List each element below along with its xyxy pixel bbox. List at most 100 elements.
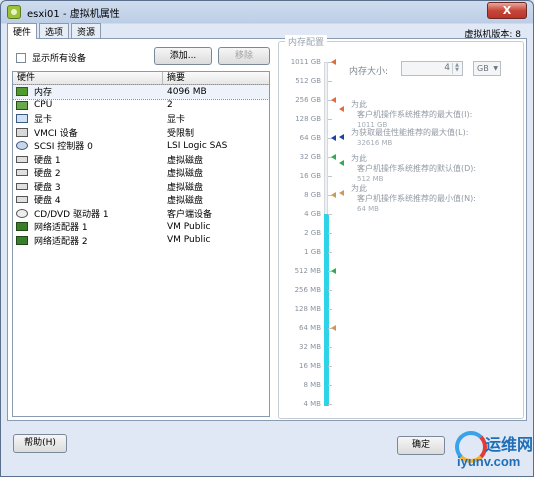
show-all-devices-row[interactable]: 显示所有设备 — [16, 51, 86, 64]
memory-size-input[interactable]: 4 ▲ ▼ — [401, 61, 463, 76]
memory-recommendation-note: 为此 客户机操作系统推荐的默认值(D): 512 MB — [339, 154, 477, 184]
memory-scale-label: 128 MB — [294, 305, 321, 313]
chevron-down-icon: ▼ — [493, 65, 498, 72]
marker-arrow-icon — [339, 160, 344, 166]
memory-scale-tick — [328, 252, 332, 253]
table-row[interactable]: 硬盘 3 虚拟磁盘 — [13, 180, 269, 194]
hardware-name: VMCI 设备 — [34, 128, 78, 139]
memory-slider-fill[interactable] — [324, 214, 329, 406]
marker-arrow-icon — [339, 134, 344, 140]
close-button[interactable]: X — [487, 2, 527, 19]
hardware-summary: 虚拟磁盘 — [167, 169, 204, 180]
hardware-name: 显卡 — [34, 115, 53, 126]
memory-scale-tick — [328, 347, 332, 348]
memory-scale-tick — [328, 214, 332, 215]
hardware-summary: 显卡 — [167, 115, 186, 126]
watermark-title: 运维网 — [485, 437, 534, 454]
memory-scale-label: 1 GB — [304, 248, 321, 256]
show-all-devices-checkbox[interactable] — [16, 52, 26, 63]
memory-scale-label: 64 GB — [299, 134, 321, 142]
memory-recommendation-marker — [331, 192, 336, 198]
memory-scale-label: 256 MB — [294, 286, 321, 294]
memory-scale-tick — [328, 366, 332, 367]
table-row[interactable]: 硬盘 2 虚拟磁盘 — [13, 166, 269, 180]
scsi-icon — [16, 141, 28, 151]
column-header-summary[interactable]: 摘要 — [163, 72, 185, 84]
column-header-hardware[interactable]: 硬件 — [13, 72, 163, 84]
hardware-summary: 客户端设备 — [167, 209, 213, 220]
memory-scale-tick — [328, 309, 332, 310]
table-row[interactable]: 显卡 显卡 — [13, 112, 269, 126]
hardware-name: 网络适配器 1 — [34, 223, 88, 234]
hardware-panel: 显示所有设备 添加... 移除 硬件 摘要 内存 4096 MB CPU 2 显卡 显卡 V… — [7, 35, 527, 421]
memory-recommendation-marker — [331, 268, 336, 274]
note-value: 512 MB — [357, 175, 384, 183]
memory-scale-tick — [328, 404, 332, 405]
table-row[interactable]: 网络适配器 1 VM Public — [13, 220, 269, 234]
memory-scale-tick — [328, 119, 332, 120]
help-button[interactable]: 帮助(H) — [13, 434, 67, 453]
table-row[interactable]: SCSI 控制器 0 LSI Logic SAS — [13, 139, 269, 153]
table-row[interactable]: VMCI 设备 受限制 — [13, 126, 269, 140]
tab-options[interactable]: 选项 — [39, 23, 70, 38]
hardware-name: CPU — [34, 100, 53, 111]
table-row[interactable]: 网络适配器 2 VM Public — [13, 234, 269, 248]
tab-bar: 硬件 选项 资源 — [7, 23, 527, 39]
memory-scale-label: 128 GB — [295, 115, 321, 123]
watermark-url: iyunv.com — [457, 454, 521, 469]
memory-scale-label: 512 GB — [295, 77, 321, 85]
note-line2: 客户机操作系统推荐的默认值(D): — [357, 164, 477, 173]
marker-arrow-icon — [339, 190, 344, 196]
note-line1: 为此 — [351, 100, 367, 109]
memory-recommendation-marker — [331, 325, 336, 331]
table-row[interactable]: 硬盘 1 虚拟磁盘 — [13, 153, 269, 167]
memory-scale-tick — [328, 176, 332, 177]
hardware-summary: 虚拟磁盘 — [167, 196, 204, 207]
memory-scale-label: 32 MB — [299, 343, 321, 351]
add-button[interactable]: 添加... — [154, 47, 212, 65]
note-line1: 为此 — [351, 154, 367, 163]
note-line1: 为获取最佳性能推荐的最大值(L): — [351, 128, 469, 137]
note-value: 64 MB — [357, 205, 379, 213]
hardware-name: 网络适配器 2 — [34, 236, 88, 247]
vmci-icon — [16, 127, 28, 137]
table-row[interactable]: CD/DVD 驱动器 1 客户端设备 — [13, 207, 269, 221]
tab-hardware[interactable]: 硬件 — [7, 23, 38, 39]
cpu-icon — [16, 100, 28, 110]
memory-scale-label: 4 GB — [304, 210, 321, 218]
table-header: 硬件 摘要 — [13, 72, 269, 85]
memory-recommendation-note: 为此 客户机操作系统推荐的最大值(I): 1011 GB — [339, 100, 472, 130]
memory-scale-label: 64 MB — [299, 324, 321, 332]
memory-scale-tick — [328, 290, 332, 291]
note-value: 32616 MB — [357, 139, 393, 147]
network-icon — [16, 222, 28, 232]
memory-scale-label: 32 GB — [299, 153, 321, 161]
memory-unit-select[interactable]: GB ▼ — [473, 61, 501, 76]
spinner-arrows-icon[interactable]: ▲ ▼ — [452, 63, 461, 74]
note-line2: 客户机操作系统推荐的最小值(N): — [357, 194, 476, 203]
memory-recommendation-note: 为此 客户机操作系统推荐的最小值(N): 64 MB — [339, 184, 476, 214]
disk-icon — [16, 169, 28, 177]
table-row[interactable]: CPU 2 — [13, 99, 269, 113]
memory-scale-label: 512 MB — [294, 267, 321, 275]
table-row[interactable]: 内存 4096 MB — [12, 84, 270, 100]
display-icon — [16, 114, 28, 124]
disk-icon — [16, 196, 28, 204]
memory-recommendation-marker — [331, 59, 336, 65]
title-bar: esxi01 - 虚拟机属性 X — [1, 1, 533, 23]
memory-scale-tick — [328, 81, 332, 82]
disk-icon — [16, 182, 28, 190]
hardware-name: 内存 — [34, 88, 53, 99]
remove-button[interactable]: 移除 — [218, 47, 270, 65]
window-title: esxi01 - 虚拟机属性 — [27, 9, 120, 20]
memory-scale-tick — [328, 233, 332, 234]
memory-scale-tick — [328, 385, 332, 386]
hardware-summary: 虚拟磁盘 — [167, 182, 204, 193]
tab-resources[interactable]: 资源 — [71, 23, 102, 38]
vm-properties-window: esxi01 - 虚拟机属性 X 硬件 选项 资源 虚拟机版本: 8 显示所有设… — [0, 0, 534, 477]
note-line1: 为此 — [351, 184, 367, 193]
table-row[interactable]: 硬盘 4 虚拟磁盘 — [13, 193, 269, 207]
hardware-table: 硬件 摘要 内存 4096 MB CPU 2 显卡 显卡 VMCI 设备 受限制 SCSI 控制… — [12, 71, 270, 417]
hardware-summary: 虚拟磁盘 — [167, 155, 204, 166]
hardware-summary: 受限制 — [167, 128, 195, 139]
